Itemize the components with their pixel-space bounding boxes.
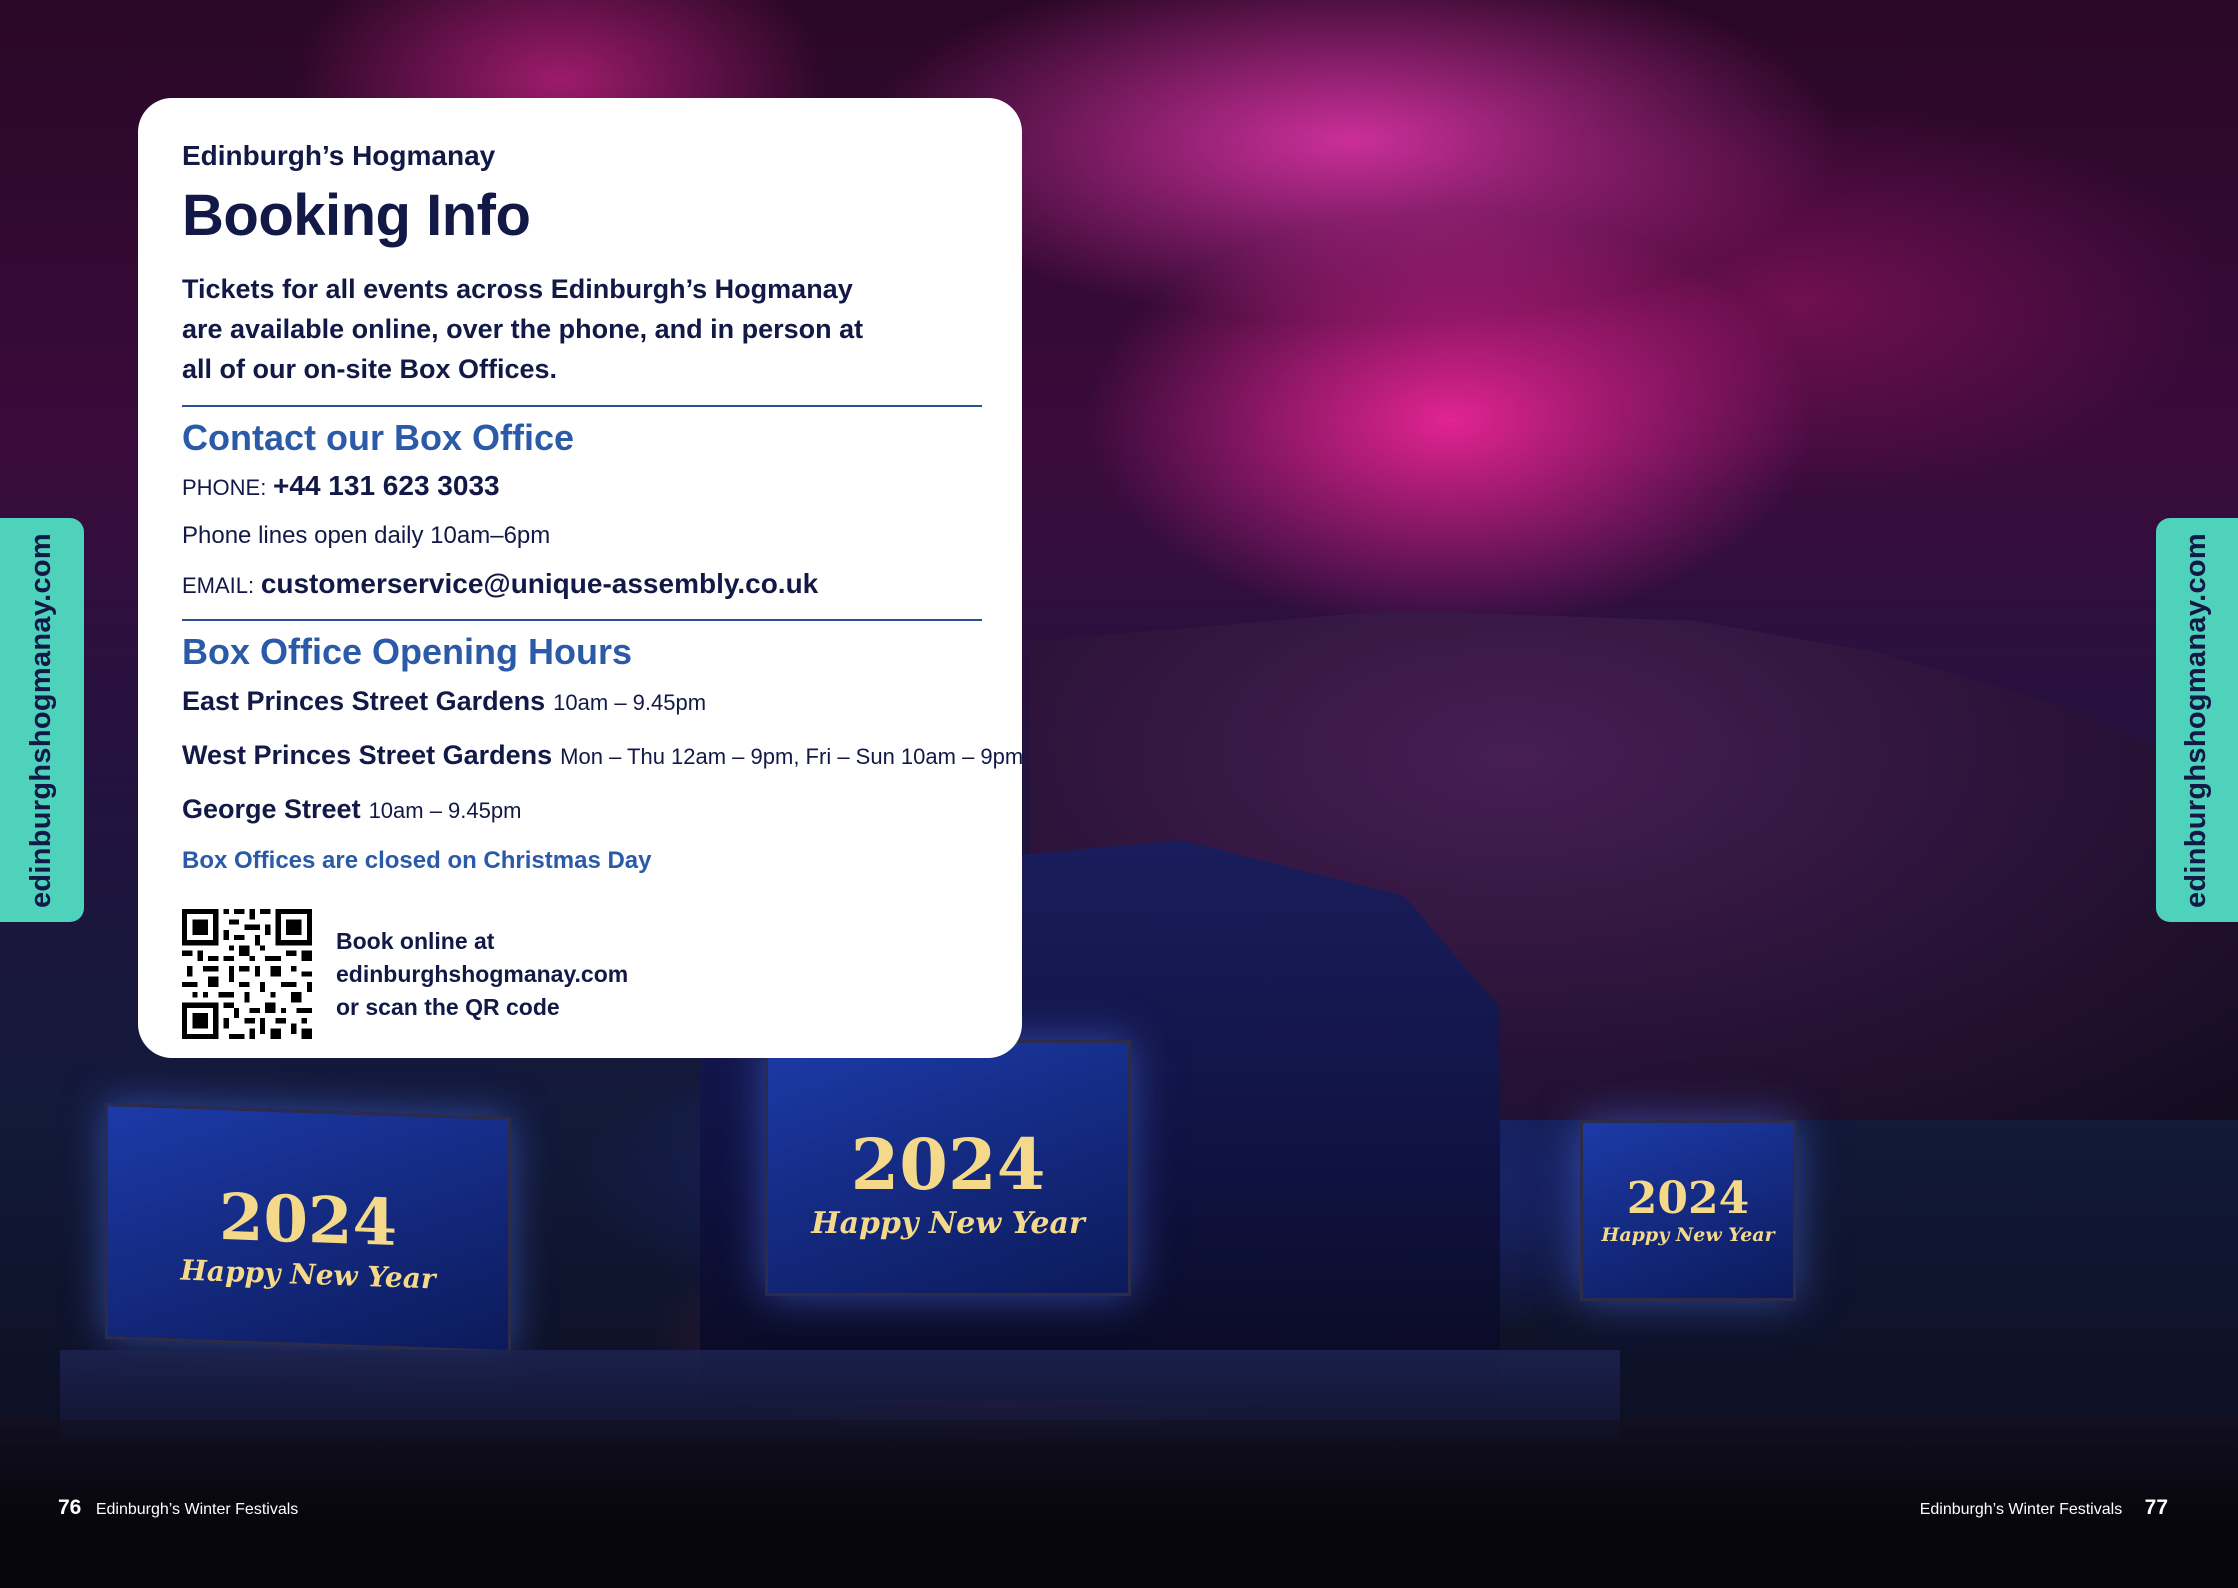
email-address[interactable]: customerservice@unique-assembly.co.uk bbox=[261, 568, 818, 599]
book-link[interactable]: edinburghshogmanay.com bbox=[336, 958, 628, 991]
venue-row: East Princes Street Gardens 10am – 9.45pm bbox=[182, 685, 982, 722]
phone-hours: Phone lines open daily 10am–6pm bbox=[182, 522, 551, 549]
qr-code-icon[interactable] bbox=[182, 909, 312, 1039]
screen-caption: Happy New Year bbox=[811, 1206, 1085, 1241]
footer-left: 76 Edinburgh’s Winter Festivals bbox=[58, 1496, 298, 1520]
venue-row: George Street 10am – 9.45pm bbox=[182, 793, 982, 830]
venue-row: West Princes Street Gardens Mon – Thu 12a… bbox=[182, 739, 1023, 776]
phone-number[interactable]: +44 131 623 3033 bbox=[273, 470, 500, 501]
venue-times: 10am – 9.45pm bbox=[553, 690, 707, 715]
booking-block: Book online at edinburghshogmanay.com or… bbox=[182, 909, 982, 1039]
contact-heading: Contact our Box Office bbox=[182, 417, 575, 458]
side-tab-right[interactable]: edinburghshogmanay.com bbox=[2156, 518, 2238, 922]
venue-times: 10am – 9.45pm bbox=[368, 798, 522, 823]
christmas-note: Box Offices are closed on Christmas Day bbox=[182, 847, 652, 874]
crowd bbox=[0, 1420, 2238, 1588]
footer-right-text: Edinburgh’s Winter Festivals bbox=[1919, 1501, 2123, 1518]
stage-screen-right: 2024 Happy New Year bbox=[1580, 1120, 1796, 1301]
book-line-1: Book online at bbox=[336, 927, 495, 954]
side-tab-left[interactable]: edinburghshogmanay.com bbox=[0, 518, 84, 922]
email-label: EMAIL: bbox=[182, 573, 255, 598]
card-eyebrow: Edinburgh’s Hogmanay bbox=[182, 140, 496, 171]
page-number-left: 76 bbox=[58, 1496, 82, 1519]
book-online-text: Book online at edinburghshogmanay.com or… bbox=[336, 925, 628, 1024]
divider bbox=[182, 405, 982, 407]
venue-name: West Princes Street Gardens bbox=[182, 740, 553, 770]
hours-heading: Box Office Opening Hours bbox=[182, 631, 633, 672]
booking-info-card: Edinburgh’s Hogmanay Booking Info Ticket… bbox=[138, 98, 1023, 1058]
intro-text: Tickets for all events across Edinburgh’… bbox=[182, 274, 864, 384]
stage-screen-center: 2024 Happy New Year bbox=[765, 1040, 1131, 1296]
side-tab-left-label: edinburghshogmanay.com bbox=[25, 532, 58, 908]
screen-year: 2024 bbox=[218, 1179, 398, 1262]
phone-row: PHONE: +44 131 623 3033 bbox=[182, 471, 982, 503]
screen-year: 2024 bbox=[850, 1123, 1046, 1206]
stage-screen-left: 2024 Happy New Year bbox=[105, 1102, 511, 1354]
divider bbox=[182, 619, 982, 621]
footer-right: Edinburgh’s Winter Festivals 77 bbox=[1920, 1496, 2168, 1520]
phone-label: PHONE: bbox=[182, 475, 267, 500]
page-number-right: 77 bbox=[2144, 1496, 2168, 1519]
email-row: EMAIL: customerservice@unique-assembly.c… bbox=[182, 569, 982, 601]
venue-name: George Street bbox=[182, 794, 361, 824]
screen-year: 2024 bbox=[1626, 1173, 1750, 1224]
book-line-3: or scan the QR code bbox=[336, 993, 560, 1020]
footer-left-text: Edinburgh’s Winter Festivals bbox=[95, 1501, 299, 1518]
venue-name: East Princes Street Gardens bbox=[182, 686, 546, 716]
screen-caption: Happy New Year bbox=[1601, 1224, 1775, 1246]
page-title: Booking Info bbox=[182, 183, 531, 248]
venue-times: Mon – Thu 12am – 9pm, Fri – Sun 10am – 9… bbox=[560, 744, 1024, 769]
side-tab-right-label: edinburghshogmanay.com bbox=[2180, 532, 2213, 908]
